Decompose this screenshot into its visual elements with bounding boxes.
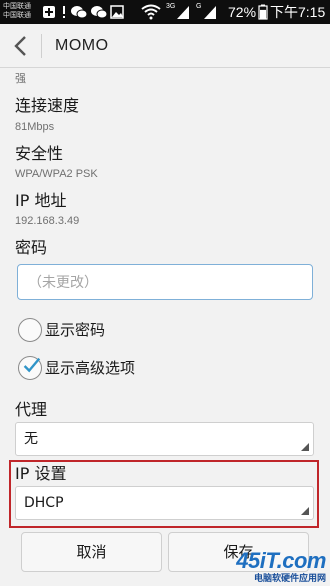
proxy-label: 代理 xyxy=(15,400,48,419)
show-advanced-checkbox[interactable] xyxy=(18,356,42,380)
add-icon xyxy=(43,6,55,18)
dropdown-arrow-icon xyxy=(301,507,309,515)
show-password-option[interactable]: 显示密码 xyxy=(18,318,298,346)
action-bar-divider xyxy=(41,34,42,58)
cancel-button[interactable]: 取消 xyxy=(21,532,162,572)
link-speed-label: 连接速度 xyxy=(15,96,80,115)
dropdown-arrow-icon xyxy=(301,443,309,451)
ip-settings-selected-value: DHCP xyxy=(24,495,64,511)
network-name-title: MOMO xyxy=(55,37,109,54)
password-input[interactable] xyxy=(28,272,298,294)
signal-strength-value: 强 xyxy=(15,73,26,85)
battery-percent: 72% xyxy=(228,4,257,20)
password-field[interactable] xyxy=(17,264,313,300)
ip-settings-dropdown[interactable]: DHCP xyxy=(15,486,314,520)
link-speed-value: 81Mbps xyxy=(15,121,55,133)
security-value: WPA/WPA2 PSK xyxy=(15,168,98,180)
ip-settings-label: IP 设置 xyxy=(15,464,67,483)
watermark-subtitle: 电脑软硬件应用网 xyxy=(253,574,326,584)
show-password-label: 显示密码 xyxy=(45,321,106,339)
carrier-2: 中国联通 xyxy=(3,11,31,19)
proxy-dropdown[interactable]: 无 xyxy=(15,422,314,456)
ip-address-label: IP 地址 xyxy=(15,191,67,210)
show-password-checkbox[interactable] xyxy=(18,318,42,342)
show-advanced-label: 显示高级选项 xyxy=(45,359,136,377)
wifi-icon xyxy=(141,4,161,20)
carrier-labels: 中国联通 中国联通 xyxy=(3,2,31,20)
signal-icon xyxy=(204,6,216,19)
action-bar: MOMO xyxy=(0,24,330,68)
security-label: 安全性 xyxy=(15,144,64,163)
notification-icon xyxy=(63,6,65,18)
wifi-details-panel: 强 连接速度 81Mbps 安全性 WPA/WPA2 PSK IP 地址 192… xyxy=(0,68,330,586)
checkmark-icon xyxy=(23,357,41,373)
chevron-left-icon[interactable] xyxy=(8,32,34,60)
site-watermark: 45iT.com 电脑软硬件应用网 xyxy=(226,548,326,584)
data-type-label: G xyxy=(196,3,202,10)
status-bar: 中国联通 中国联通 3G G 72% 下午7:15 xyxy=(0,0,330,24)
image-icon xyxy=(110,5,124,19)
carrier-1: 中国联通 xyxy=(3,2,31,10)
signal-icon xyxy=(177,6,189,19)
network-type-label: 3G xyxy=(166,3,176,10)
battery-icon xyxy=(258,4,268,20)
ip-address-value: 192.168.3.49 xyxy=(15,215,80,227)
password-label: 密码 xyxy=(15,238,48,257)
show-advanced-option[interactable]: 显示高级选项 xyxy=(18,356,298,384)
wechat-icon xyxy=(71,6,88,19)
wechat-icon xyxy=(91,6,108,19)
status-time: 下午7:15 xyxy=(270,4,326,20)
proxy-selected-value: 无 xyxy=(24,431,38,447)
